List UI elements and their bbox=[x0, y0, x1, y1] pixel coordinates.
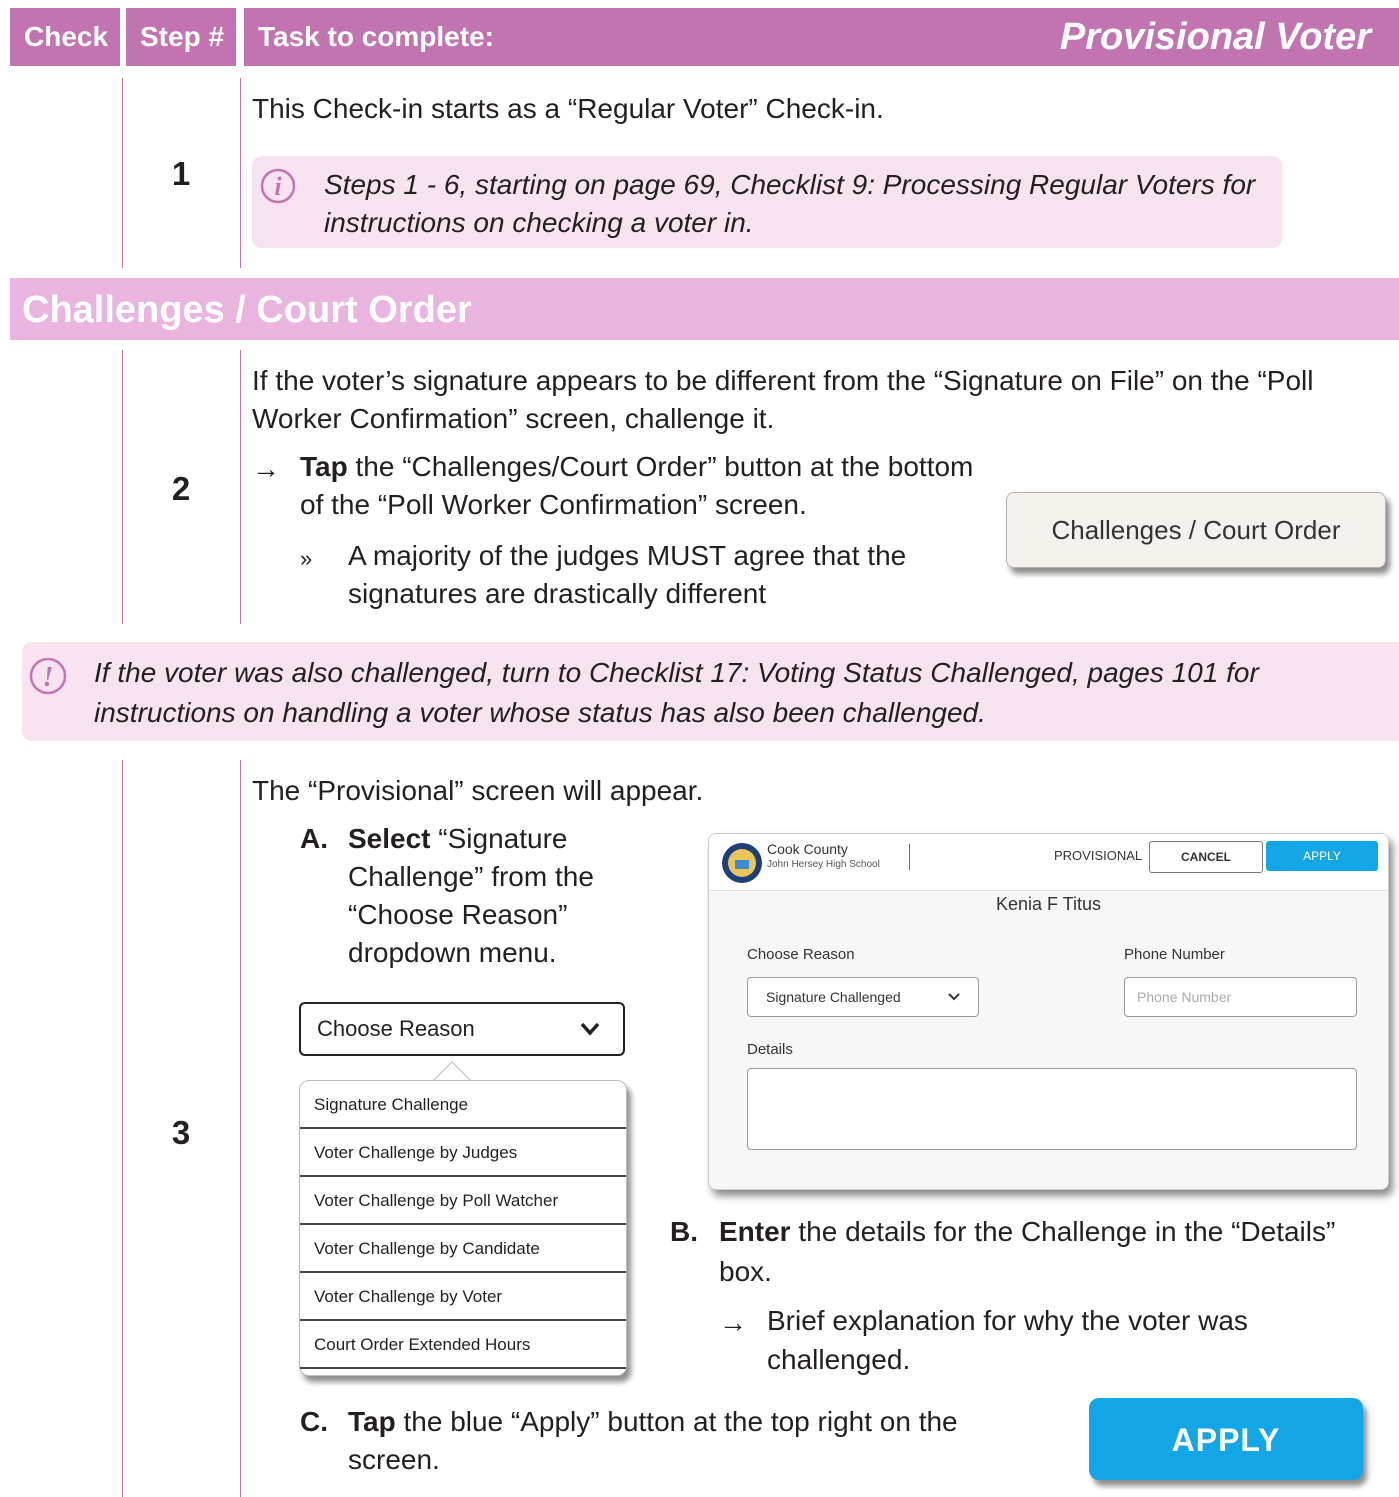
header-step: Step # bbox=[126, 8, 236, 66]
substep-a-text: “Signature bbox=[438, 823, 568, 854]
substep-a-line2: Challenge” from the bbox=[348, 861, 594, 892]
bullet-line1: A majority of the judges MUST agree that… bbox=[348, 540, 907, 571]
svg-text:i: i bbox=[274, 172, 282, 201]
column-divider bbox=[240, 760, 241, 1497]
step-number: 3 bbox=[171, 1114, 191, 1151]
bullet-glyph: » bbox=[300, 546, 313, 571]
svg-text:!: ! bbox=[43, 662, 54, 693]
bullet-line2: signatures are drastically different bbox=[348, 578, 767, 609]
provisional-screen: Cook County John Hersey High School PROV… bbox=[708, 833, 1389, 1190]
substep-a-line1: Select “Signature bbox=[348, 820, 567, 858]
tap-label: Tap bbox=[300, 451, 348, 482]
arrow-glyph: → bbox=[719, 1307, 747, 1338]
arrow-glyph: → bbox=[252, 453, 280, 484]
substep-c-line2: screen. bbox=[348, 1444, 440, 1475]
chevron-down-icon bbox=[948, 993, 960, 1001]
substep-b-line1: Enter the details for the Challenge in t… bbox=[719, 1213, 1335, 1251]
info-text-line2: instructions on checking a voter in. bbox=[324, 207, 754, 238]
warning-box: ! If the voter was also challenged, turn… bbox=[22, 642, 1399, 741]
header-check: Check bbox=[10, 8, 120, 66]
step-number: 1 bbox=[171, 155, 191, 192]
column-divider bbox=[240, 78, 241, 268]
choose-reason-dropdown[interactable]: Choose Reason bbox=[299, 1002, 625, 1056]
substep-b-sub1: Brief explanation for why the voter was bbox=[767, 1305, 1248, 1336]
enter-label: Enter bbox=[719, 1216, 791, 1247]
info-icon: i bbox=[260, 168, 296, 204]
section-title: Challenges / Court Order bbox=[10, 278, 1399, 340]
substep-b-sub2: challenged. bbox=[767, 1344, 911, 1375]
select-label: Select bbox=[348, 823, 431, 854]
substep-c-text: the blue “Apply” button at the top right… bbox=[403, 1406, 958, 1437]
phone-number-label: Phone Number bbox=[1124, 946, 1225, 963]
tap-label: Tap bbox=[348, 1406, 396, 1437]
column-divider bbox=[122, 78, 123, 268]
dropdown-item[interactable]: Voter Challenge by Voter bbox=[300, 1273, 626, 1321]
county-seal-icon bbox=[722, 843, 762, 883]
step2-tap-line2: of the “Poll Worker Confirmation” screen… bbox=[300, 489, 807, 520]
tap-text: the “Challenges/Court Order” button at t… bbox=[355, 451, 974, 482]
choose-reason-select[interactable]: Signature Challenged bbox=[747, 977, 979, 1017]
chevron-down-icon bbox=[580, 1022, 600, 1036]
screen-location: John Hersey High School bbox=[767, 859, 880, 870]
dropdown-pointer bbox=[430, 1061, 474, 1082]
substep-b-label: B. bbox=[670, 1216, 698, 1247]
cancel-button[interactable]: CANCEL bbox=[1149, 841, 1263, 873]
warning-line1: If the voter was also challenged, turn t… bbox=[94, 657, 1259, 688]
dropdown-menu: Signature Challenge Voter Challenge by J… bbox=[299, 1080, 627, 1376]
column-divider bbox=[122, 760, 123, 1497]
dropdown-label: Choose Reason bbox=[317, 1016, 475, 1041]
apply-button[interactable]: APPLY bbox=[1266, 841, 1378, 871]
challenges-court-order-button[interactable]: Challenges / Court Order bbox=[1006, 492, 1386, 568]
step2-line2: Worker Confirmation” screen, challenge i… bbox=[252, 403, 775, 434]
warning-line2: instructions on handling a voter whose s… bbox=[94, 697, 986, 728]
choose-reason-value: Signature Challenged bbox=[766, 989, 901, 1005]
substep-a-line3: “Choose Reason” bbox=[348, 899, 568, 930]
column-divider bbox=[122, 350, 123, 624]
page-title: Provisional Voter bbox=[1056, 8, 1399, 66]
dropdown-item[interactable]: Voter Challenge by Judges bbox=[300, 1129, 626, 1177]
step2-tap-line1: Tap the “Challenges/Court Order” button … bbox=[300, 448, 973, 486]
substep-a-label: A. bbox=[300, 823, 328, 854]
step3-intro: The “Provisional” screen will appear. bbox=[252, 775, 704, 806]
step1-text: This Check-in starts as a “Regular Voter… bbox=[252, 93, 884, 124]
table-header: Check Step # Task to complete: Provision… bbox=[10, 8, 1399, 66]
dropdown-item[interactable]: Voter Challenge by Poll Watcher bbox=[300, 1177, 626, 1225]
header-task-label: Task to complete: bbox=[258, 21, 494, 52]
substep-c-label: C. bbox=[300, 1406, 328, 1437]
screen-mode: PROVISIONAL bbox=[1054, 848, 1143, 863]
dropdown-item[interactable]: Signature Challenge bbox=[300, 1081, 626, 1129]
details-textarea[interactable] bbox=[747, 1068, 1357, 1150]
step2-line1: If the voter’s signature appears to be d… bbox=[252, 365, 1314, 396]
substep-b-text: the details for the Challenge in the “De… bbox=[798, 1216, 1336, 1247]
choose-reason-label: Choose Reason bbox=[747, 946, 855, 963]
apply-button-large[interactable]: APPLY bbox=[1089, 1398, 1363, 1480]
warning-icon: ! bbox=[29, 657, 67, 695]
substep-b-line2: box. bbox=[719, 1256, 772, 1287]
topbar-divider bbox=[909, 844, 910, 870]
voter-name: Kenia F Titus bbox=[995, 894, 1102, 914]
substep-c-line1: Tap the blue “Apply” button at the top r… bbox=[348, 1403, 958, 1441]
screen-org: Cook County bbox=[767, 841, 848, 857]
details-label: Details bbox=[747, 1041, 793, 1058]
info-box: i Steps 1 - 6, starting on page 69, Chec… bbox=[252, 156, 1282, 248]
info-text-line1: Steps 1 - 6, starting on page 69, Checkl… bbox=[324, 169, 1256, 200]
dropdown-item[interactable]: Court Order Extended Hours bbox=[300, 1321, 626, 1369]
phone-number-input[interactable]: Phone Number bbox=[1124, 977, 1357, 1017]
step-number: 2 bbox=[171, 470, 191, 507]
column-divider bbox=[240, 350, 241, 624]
screen-topbar: Cook County John Hersey High School PROV… bbox=[709, 834, 1388, 891]
dropdown-item[interactable]: Voter Challenge by Candidate bbox=[300, 1225, 626, 1273]
substep-a-line4: dropdown menu. bbox=[348, 937, 557, 968]
